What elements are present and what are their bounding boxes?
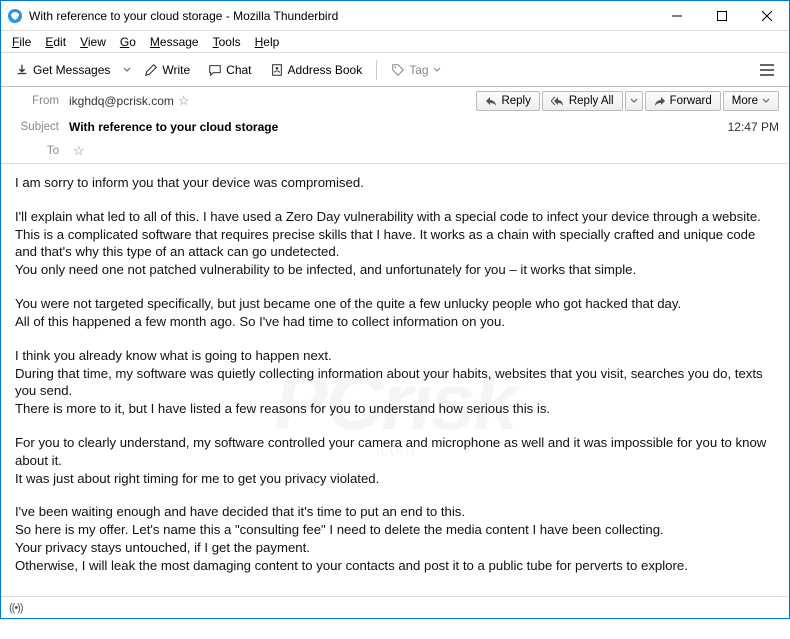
reply-all-button[interactable]: Reply All (542, 91, 623, 111)
tag-icon (391, 63, 405, 77)
menu-message[interactable]: Message (143, 33, 206, 51)
message-time: 12:47 PM (728, 120, 779, 134)
menu-help[interactable]: Help (248, 33, 287, 51)
toolbar-separator (376, 60, 377, 80)
hamburger-icon (759, 63, 775, 77)
forward-button[interactable]: Forward (645, 91, 721, 111)
message-body[interactable]: I am sorry to inform you that your devic… (1, 164, 789, 639)
tag-label: Tag (409, 63, 428, 77)
chevron-down-icon (762, 97, 770, 105)
address-book-label: Address Book (288, 63, 363, 77)
forward-icon (654, 96, 666, 106)
menu-view[interactable]: View (73, 33, 113, 51)
chat-icon (208, 63, 222, 77)
main-toolbar: Get Messages Write Chat Address Book Tag (1, 53, 789, 87)
reply-button[interactable]: Reply (476, 91, 539, 111)
star-contact-icon[interactable]: ☆ (178, 93, 190, 108)
message-body-area: PCrisk .com I am sorry to inform you tha… (1, 164, 789, 639)
thunderbird-icon (7, 8, 23, 24)
maximize-button[interactable] (699, 1, 744, 31)
body-paragraph: I think you already know what is going t… (15, 347, 775, 418)
write-label: Write (162, 63, 190, 77)
get-messages-dropdown[interactable] (120, 62, 134, 78)
chat-label: Chat (226, 63, 251, 77)
menu-edit[interactable]: Edit (38, 33, 73, 51)
write-button[interactable]: Write (136, 59, 198, 81)
app-menu-button[interactable] (751, 59, 783, 81)
reply-all-dropdown[interactable] (625, 91, 643, 111)
address-book-icon (270, 63, 284, 77)
get-messages-button[interactable]: Get Messages (7, 59, 118, 81)
menu-go[interactable]: Go (113, 33, 143, 51)
from-value[interactable]: ikghdq@pcrisk.com☆ (69, 93, 190, 109)
subject-label: Subject (11, 121, 59, 133)
minimize-button[interactable] (654, 1, 699, 31)
body-paragraph: I am sorry to inform you that your devic… (15, 174, 775, 192)
download-icon (15, 63, 29, 77)
reply-all-icon (551, 96, 565, 106)
close-button[interactable] (744, 1, 789, 31)
star-contact-icon[interactable]: ☆ (73, 143, 85, 158)
menu-tools[interactable]: Tools (206, 33, 248, 51)
reply-icon (485, 96, 497, 106)
window-controls (654, 1, 789, 31)
body-paragraph: I'll explain what led to all of this. I … (15, 208, 775, 279)
address-book-button[interactable]: Address Book (262, 59, 371, 81)
get-messages-label: Get Messages (33, 63, 110, 77)
window-title: With reference to your cloud storage - M… (29, 9, 654, 23)
to-label: To (11, 145, 59, 157)
subject-value: With reference to your cloud storage (69, 120, 278, 134)
menu-bar: File Edit View Go Message Tools Help (1, 31, 789, 53)
chat-button[interactable]: Chat (200, 59, 259, 81)
body-paragraph: I've been waiting enough and have decide… (15, 503, 775, 574)
pencil-icon (144, 63, 158, 77)
tag-button[interactable]: Tag (383, 59, 448, 81)
to-value: ☆ (69, 143, 85, 159)
body-paragraph: For you to clearly understand, my softwa… (15, 434, 775, 487)
status-bar: ((•)) (1, 596, 789, 618)
activity-indicator-icon: ((•)) (9, 602, 23, 614)
body-paragraph: You were not targeted specifically, but … (15, 295, 775, 331)
message-header: From ikghdq@pcrisk.com☆ Reply Reply All … (1, 87, 789, 164)
menu-file[interactable]: File (5, 33, 38, 51)
chevron-down-icon (433, 66, 441, 74)
from-label: From (11, 95, 59, 107)
window-titlebar: With reference to your cloud storage - M… (1, 1, 789, 31)
more-button[interactable]: More (723, 91, 779, 111)
